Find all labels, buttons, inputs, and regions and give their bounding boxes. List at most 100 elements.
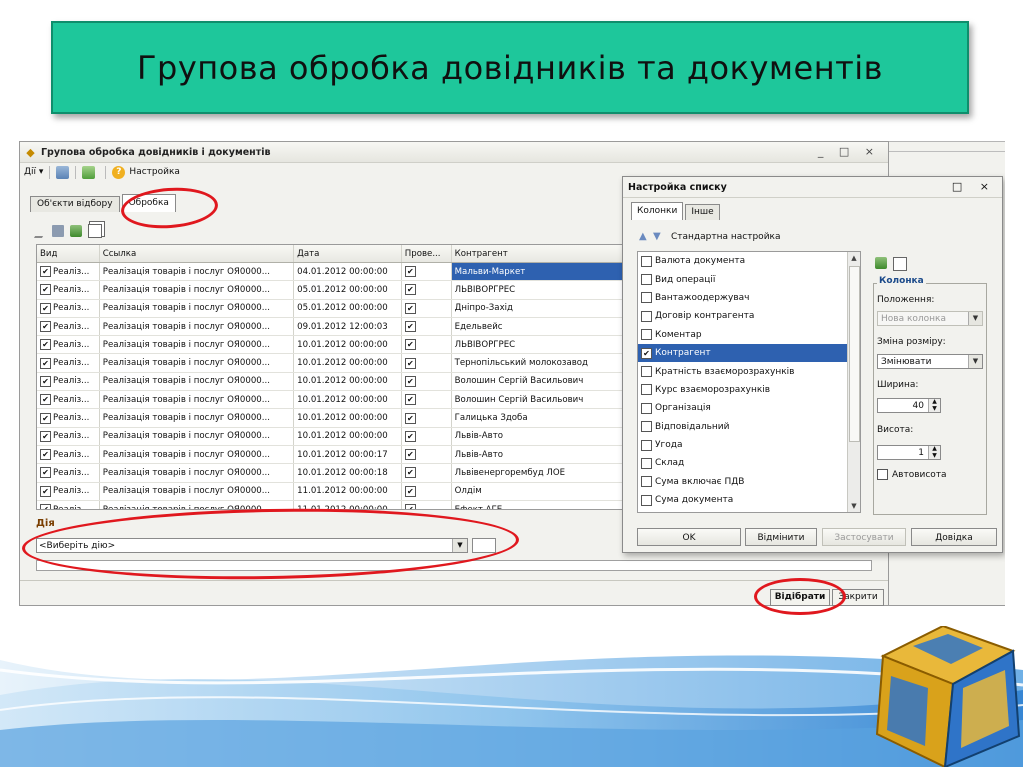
row-checkbox[interactable]: ✔ <box>40 412 51 424</box>
table-row[interactable]: ✔ Реаліз... Реалізація товарів і послуг ОЯ… <box>37 354 644 373</box>
row-checkbox[interactable]: ✔ <box>404 485 416 497</box>
columns-list[interactable]: Валюта документа Вид операції Вантажоодерж… <box>637 251 861 513</box>
row-checkbox[interactable]: ✔ <box>404 339 416 351</box>
row-checkbox[interactable]: ✔ <box>40 430 51 442</box>
table-row[interactable]: ✔ Реаліз... Реалізація товарів і послуг ОЯ… <box>37 263 644 282</box>
check-all-icon[interactable] <box>70 225 82 237</box>
column-checkbox[interactable]: ✔ <box>641 347 652 359</box>
column-checkbox[interactable] <box>641 457 652 469</box>
list-item[interactable]: Відповідальний <box>638 418 860 436</box>
scroll-up-icon[interactable]: ▲ <box>848 252 860 264</box>
action-parameters-bar[interactable] <box>36 560 872 571</box>
tab-other[interactable]: Інше <box>685 204 720 220</box>
row-checkbox[interactable]: ✔ <box>404 467 416 479</box>
columns-list-scrollbar[interactable]: ▲ ▼ <box>847 252 860 512</box>
row-checkbox[interactable]: ✔ <box>40 321 51 333</box>
column-checkbox[interactable] <box>641 255 652 267</box>
tab-columns[interactable]: Колонки <box>631 202 684 220</box>
column-header-date[interactable]: Дата <box>294 245 402 262</box>
row-checkbox[interactable]: ✔ <box>40 394 51 406</box>
auto-height-checkbox[interactable]: Автовисота <box>877 469 947 480</box>
list-item[interactable]: Вантажоодержувач <box>638 289 860 307</box>
column-checkbox[interactable] <box>641 421 652 433</box>
row-checkbox[interactable]: ✔ <box>40 449 51 461</box>
column-checkbox[interactable] <box>641 494 652 506</box>
column-checkbox[interactable] <box>641 366 652 378</box>
row-checkbox[interactable]: ✔ <box>40 485 51 497</box>
width-spinner-icon[interactable]: ▲ ▼ <box>928 398 940 412</box>
move-up-icon[interactable]: ▲ <box>639 232 649 242</box>
list-item[interactable]: Сума документа <box>638 491 860 509</box>
table-row[interactable]: ✔ Реаліз... Реалізація товарів і послуг ОЯ… <box>37 445 644 465</box>
table-row[interactable]: ✔ Реаліз... Реалізація товарів і послуг ОЯ… <box>37 391 644 410</box>
column-checkbox[interactable] <box>641 329 652 341</box>
tab-processing[interactable]: Обробка <box>121 194 176 212</box>
column-checkbox[interactable] <box>641 476 652 488</box>
row-checkbox[interactable]: ✔ <box>404 302 416 314</box>
row-checkbox[interactable]: ✔ <box>404 504 416 509</box>
export-icon[interactable] <box>82 165 96 179</box>
select-button[interactable]: Відібрати <box>770 589 830 606</box>
save-icon[interactable] <box>52 225 64 237</box>
list-item[interactable]: Договір контрагента <box>638 307 860 325</box>
list-item[interactable]: Курс взаєморозрахунків <box>638 381 860 399</box>
table-row[interactable]: ✔ Реаліз... Реалізація товарів і послуг ОЯ… <box>37 500 644 509</box>
list-item[interactable]: Коментар <box>638 326 860 344</box>
row-checkbox[interactable]: ✔ <box>40 467 51 479</box>
settings-menu[interactable]: Настройка <box>129 167 180 177</box>
column-checkbox[interactable] <box>641 384 652 396</box>
width-input[interactable]: 40 ▲ ▼ <box>877 398 941 413</box>
action-settings-field[interactable] <box>472 538 496 553</box>
list-item[interactable]: Склад <box>638 454 860 472</box>
height-spinner-icon[interactable]: ▲ ▼ <box>928 445 940 459</box>
window-controls[interactable]: _ □ × <box>818 145 880 158</box>
table-row[interactable]: ✔ Реаліз... Реалізація товарів і послуг ОЯ… <box>37 317 644 337</box>
row-checkbox[interactable]: ✔ <box>404 430 416 442</box>
move-down-icon[interactable]: ▼ <box>653 232 663 242</box>
column-checkbox[interactable] <box>641 274 652 286</box>
column-checkbox[interactable] <box>641 310 652 322</box>
tab-selection-objects[interactable]: Об'єкти відбору <box>30 196 120 212</box>
list-item[interactable]: Вид операції <box>638 270 860 288</box>
table-row[interactable]: ✔ Реаліз... Реалізація товарів і послуг ОЯ… <box>37 482 644 501</box>
row-checkbox[interactable]: ✔ <box>404 394 416 406</box>
row-checkbox[interactable]: ✔ <box>404 412 416 424</box>
dialog-window-controls[interactable]: □ × <box>952 180 996 193</box>
row-checkbox[interactable]: ✔ <box>40 266 51 278</box>
table-row[interactable]: ✔ Реаліз... Реалізація товарів і послуг ОЯ… <box>37 299 644 318</box>
standard-settings-link[interactable]: Стандартна настройка <box>671 232 781 242</box>
scroll-down-icon[interactable]: ▼ <box>848 500 860 512</box>
table-row[interactable]: ✔ Реаліз... Реалізація товарів і послуг ОЯ… <box>37 372 644 392</box>
copy-columns-icon[interactable] <box>893 257 907 271</box>
filter-icon[interactable] <box>56 165 70 179</box>
auto-height-checkbox-box[interactable] <box>877 469 888 480</box>
table-row[interactable]: ✔ Реаліз... Реалізація товарів і послуг ОЯ… <box>37 464 644 483</box>
column-checkbox[interactable] <box>641 402 652 414</box>
help-icon[interactable]: ? <box>112 165 126 179</box>
list-item[interactable]: Валюта документа <box>638 252 860 270</box>
check-all-columns-icon[interactable] <box>875 257 887 269</box>
row-checkbox[interactable]: ✔ <box>404 266 416 278</box>
column-header-counterparty[interactable]: Контрагент <box>452 245 644 262</box>
table-row[interactable]: ✔ Реаліз... Реалізація товарів і послуг ОЯ… <box>37 427 644 446</box>
list-item[interactable]: Угода <box>638 436 860 454</box>
apply-button[interactable]: Застосувати <box>822 528 906 546</box>
cancel-button[interactable]: Відмінити <box>745 528 817 546</box>
list-item[interactable]: Кратність взаєморозрахунків <box>638 362 860 380</box>
table-row[interactable]: ✔ Реаліз... Реалізація товарів і послуг ОЯ… <box>37 409 644 428</box>
documents-grid[interactable]: Вид Ссылка Дата Прове... Контрагент ✔ Реа… <box>36 244 645 510</box>
table-row[interactable]: ✔ Реаліз... Реалізація товарів і послуг ОЯ… <box>37 281 644 300</box>
resize-dropdown-icon[interactable]: ▼ <box>968 355 982 368</box>
row-checkbox[interactable]: ✔ <box>40 357 51 369</box>
column-header-posted[interactable]: Прове... <box>402 245 452 262</box>
help-button[interactable]: Довідка <box>911 528 997 546</box>
row-checkbox[interactable]: ✔ <box>404 449 416 461</box>
ok-button[interactable]: OK <box>637 528 741 546</box>
column-header-ref[interactable]: Ссылка <box>100 245 295 262</box>
row-checkbox[interactable]: ✔ <box>404 284 416 296</box>
row-checkbox[interactable]: ✔ <box>404 357 416 369</box>
column-checkbox[interactable] <box>641 439 652 451</box>
row-checkbox[interactable]: ✔ <box>404 321 416 333</box>
column-checkbox[interactable] <box>641 292 652 304</box>
row-checkbox[interactable]: ✔ <box>40 339 51 351</box>
